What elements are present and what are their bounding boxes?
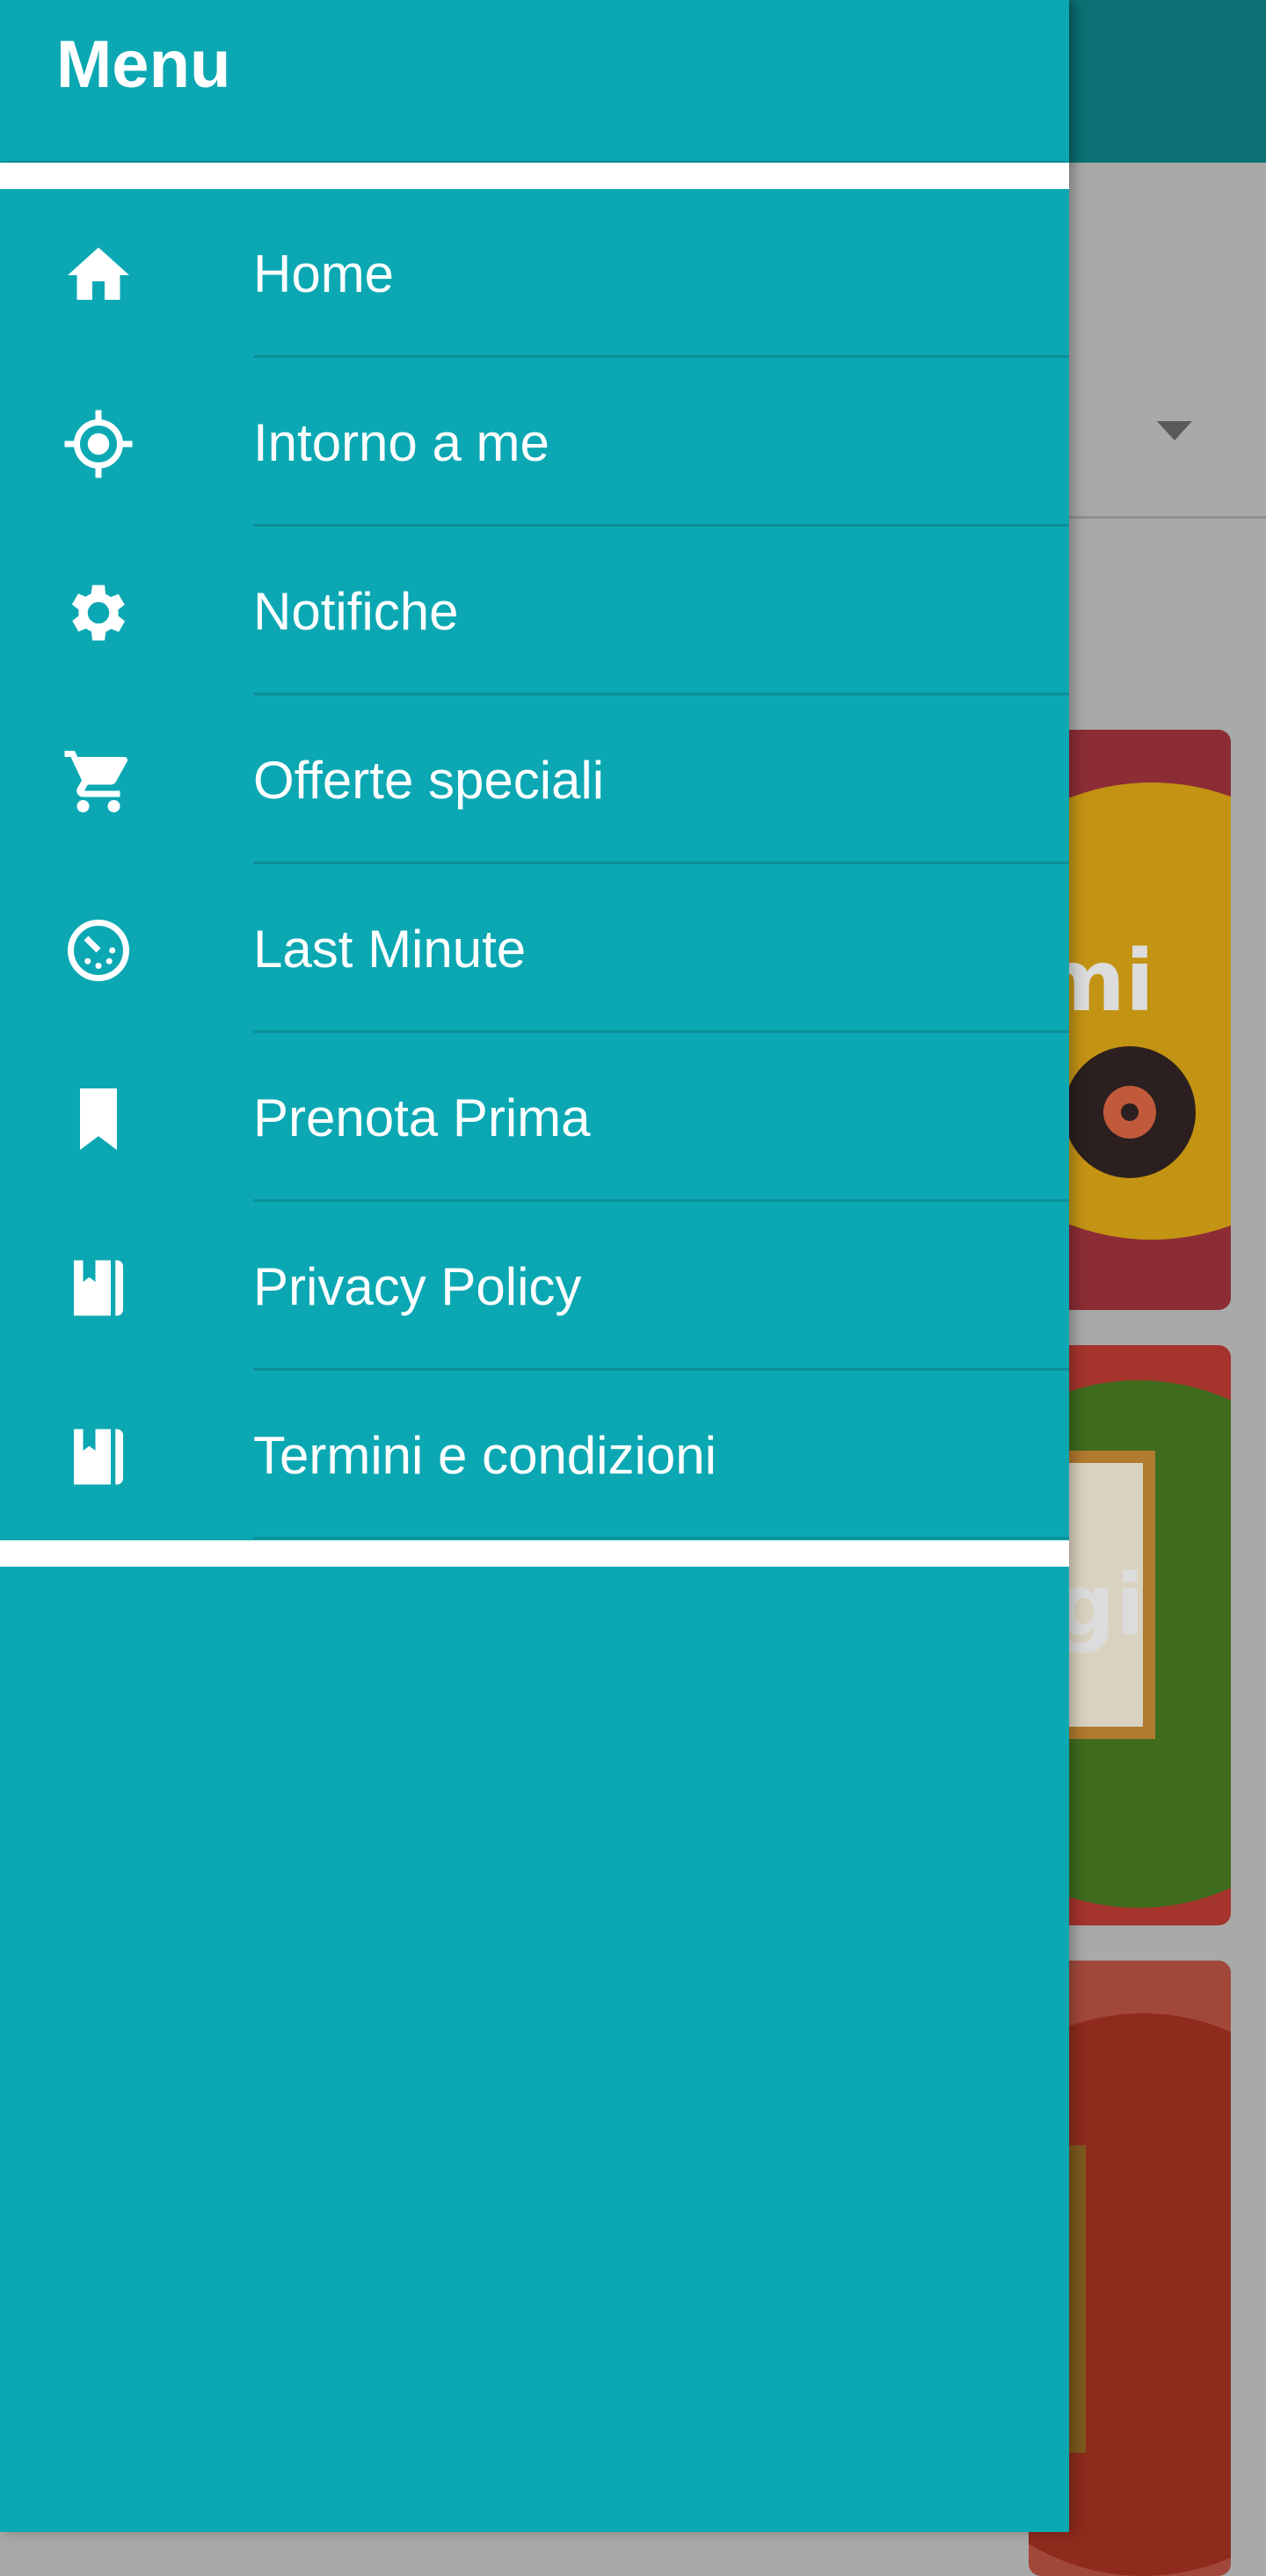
menu-item-label: Home [253,244,395,303]
bookmark-icon [62,1082,135,1156]
menu-item-label: Notifiche [253,582,459,641]
drawer-title: Menu [56,27,231,102]
cart-icon [62,745,135,819]
menu-item-notifiche[interactable]: Notifiche [0,527,1069,695]
navigation-drawer: Menu Home Intorno a me Notifiche Offerte… [0,0,1069,2532]
dropdown-caret-icon [1157,421,1192,440]
menu-item-last-minute[interactable]: Last Minute [0,864,1069,1033]
book-icon [62,1251,135,1325]
menu-list: Home Intorno a me Notifiche Offerte spec… [0,189,1069,1539]
location-target-icon [62,407,135,481]
drawer-divider-bottom [0,1540,1069,1567]
menu-item-termini-e-condizioni[interactable]: Termini e condizioni [0,1371,1069,1539]
menu-item-offerte-speciali[interactable]: Offerte speciali [0,695,1069,864]
menu-item-intorno-a-me[interactable]: Intorno a me [0,358,1069,527]
gear-icon [62,576,135,650]
menu-item-label: Intorno a me [253,413,549,472]
menu-item-label: Prenota Prima [253,1088,591,1147]
menu-item-label: Offerte speciali [253,751,605,810]
menu-item-label: Last Minute [253,920,527,979]
drawer-header: Menu [0,0,1069,161]
timer-icon [62,913,135,987]
menu-item-label: Termini e condizioni [253,1426,717,1485]
wheel-illustration [1064,1046,1196,1178]
menu-separator [253,1537,1069,1539]
menu-item-prenota-prima[interactable]: Prenota Prima [0,1033,1069,1202]
menu-item-home[interactable]: Home [0,189,1069,358]
menu-item-label: Privacy Policy [253,1257,582,1316]
drawer-divider-top [0,163,1069,189]
home-icon [62,238,135,312]
book-icon [62,1420,135,1494]
menu-item-privacy-policy[interactable]: Privacy Policy [0,1202,1069,1371]
